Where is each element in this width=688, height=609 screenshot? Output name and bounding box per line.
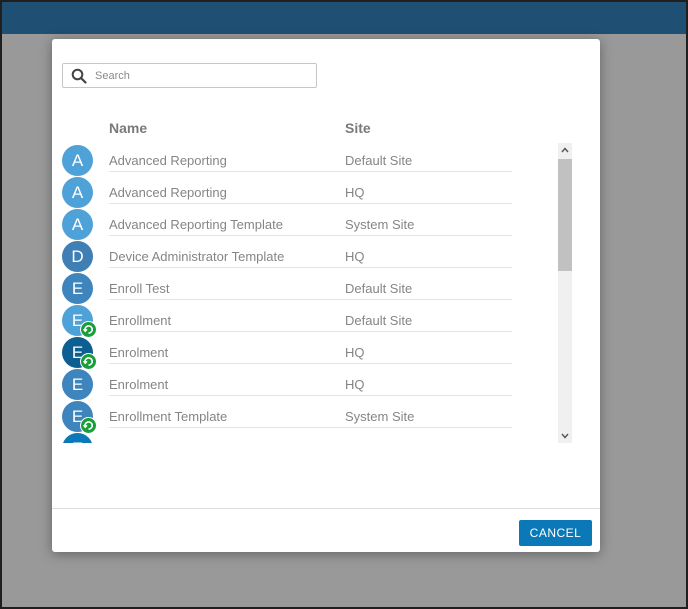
avatar: E	[62, 273, 93, 304]
role-list: A Advanced Reporting Default Site A Advanced…	[52, 143, 552, 443]
role-site	[345, 441, 512, 443]
list-item[interactable]: E	[52, 431, 552, 443]
list-item[interactable]: E Enrolment HQ	[52, 367, 552, 400]
scrollbar[interactable]	[558, 143, 572, 443]
list-item[interactable]: A Advanced Reporting Template System Site	[52, 207, 552, 240]
footer-divider	[52, 508, 600, 509]
role-name: Enrollment	[109, 313, 345, 332]
role-name: Advanced Reporting Template	[109, 217, 345, 236]
list-item[interactable]: D Device Administrator Template HQ	[52, 239, 552, 272]
role-site: HQ	[345, 249, 512, 268]
list-item[interactable]: A Advanced Reporting HQ	[52, 175, 552, 208]
role-site: Default Site	[345, 281, 512, 300]
role-name	[109, 441, 345, 443]
avatar: D	[62, 241, 93, 272]
top-bar	[2, 2, 686, 34]
avatar: A	[62, 209, 93, 240]
search-box[interactable]	[62, 63, 317, 88]
select-dialog: Name Site AAdvanced ReportingDefault Sit…	[52, 39, 600, 552]
role-name: Advanced Reporting	[109, 153, 345, 172]
role-site: System Site	[345, 217, 512, 236]
search-input[interactable]	[95, 69, 295, 82]
avatar: E	[62, 369, 93, 400]
list-item[interactable]: E Enrolment HQ	[52, 335, 552, 370]
role-name: Advanced Reporting	[109, 185, 345, 204]
list-item[interactable]: E Enrollment Default Site	[52, 303, 552, 338]
role-site: HQ	[345, 377, 512, 396]
site-column-header[interactable]: Site	[345, 120, 371, 136]
role-site: Default Site	[345, 313, 512, 332]
scroll-down-arrow-icon[interactable]	[558, 429, 572, 443]
search-icon	[71, 68, 87, 84]
list-item[interactable]: A Advanced Reporting Default Site	[52, 143, 552, 176]
role-site: System Site	[345, 409, 512, 428]
avatar: A	[62, 177, 93, 208]
scrollbar-thumb[interactable]	[558, 159, 572, 271]
role-name: Enrollment Template	[109, 409, 345, 428]
role-name: Enroll Test	[109, 281, 345, 300]
role-name: Enrolment	[109, 377, 345, 396]
list-item[interactable]: E Enroll Test Default Site	[52, 271, 552, 304]
list-item[interactable]: E Enrollment Template System Site	[52, 399, 552, 434]
cancel-button[interactable]: CANCEL	[519, 520, 592, 546]
app-window: Name Site AAdvanced ReportingDefault Sit…	[0, 0, 688, 609]
avatar: E	[62, 433, 93, 443]
avatar: A	[62, 145, 93, 176]
role-name: Device Administrator Template	[109, 249, 345, 268]
role-site: HQ	[345, 345, 512, 364]
role-site: HQ	[345, 185, 512, 204]
name-column-header[interactable]: Name	[109, 120, 147, 136]
scroll-up-arrow-icon[interactable]	[558, 143, 572, 157]
role-site: Default Site	[345, 153, 512, 172]
role-name: Enrolment	[109, 345, 345, 364]
